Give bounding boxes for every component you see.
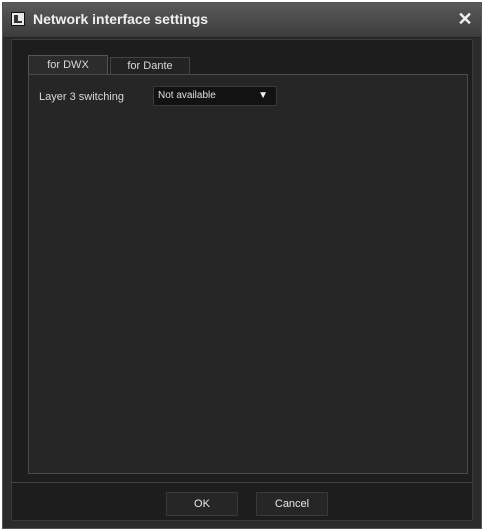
cancel-button[interactable]: Cancel [256, 492, 328, 516]
title-bar[interactable]: Network interface settings ✕ [3, 3, 481, 38]
tab-panel-dwx: Layer 3 switching Not available ▼ [28, 74, 468, 474]
dialog-content: for DWX for Dante Layer 3 switching Not … [11, 39, 473, 521]
window-title: Network interface settings [33, 11, 209, 27]
ok-button[interactable]: OK [166, 492, 238, 516]
app-icon [11, 12, 25, 26]
chevron-down-icon: ▼ [258, 90, 268, 101]
layer3-switching-value: Not available [158, 90, 216, 101]
close-icon[interactable]: ✕ [455, 8, 475, 30]
tab-for-dante[interactable]: for Dante [110, 57, 190, 74]
layer3-switching-select[interactable]: Not available ▼ [153, 86, 277, 106]
tab-for-dwx[interactable]: for DWX [28, 55, 108, 74]
network-interface-settings-dialog: Network interface settings ✕ for DWX for… [2, 2, 482, 529]
button-bar: OK Cancel [12, 482, 472, 521]
layer3-switching-label: Layer 3 switching [39, 91, 124, 103]
